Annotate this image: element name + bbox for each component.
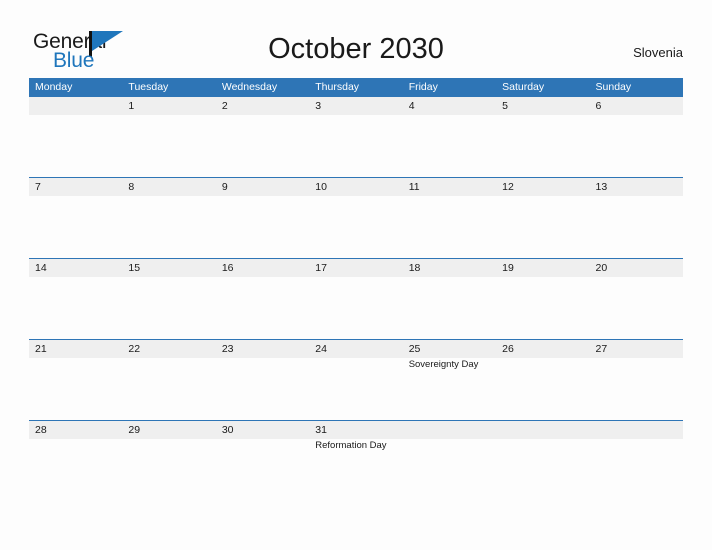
calendar-grid: Monday Tuesday Wednesday Thursday Friday… (29, 78, 683, 501)
week-row: 14 15 16 17 18 19 20 (29, 258, 683, 339)
day-cell[interactable]: 26 (496, 340, 589, 421)
day-number: 21 (35, 343, 47, 355)
day-number: 27 (595, 343, 608, 355)
day-number: 28 (35, 424, 47, 436)
weekday-header-wednesday: Wednesday (221, 81, 278, 93)
day-number: 3 (315, 100, 322, 112)
weekday-header-row: Monday Tuesday Wednesday Thursday Friday… (29, 78, 683, 96)
day-number: 1 (128, 100, 135, 112)
calendar-page: General Blue October 2030 Slovenia Monda… (0, 0, 712, 550)
day-cell[interactable]: 25 Sovereignty Day (403, 340, 496, 421)
day-cell[interactable] (29, 97, 122, 178)
day-number: 20 (595, 262, 608, 274)
day-event-label: Reformation Day (315, 440, 387, 451)
day-number: 24 (315, 343, 327, 355)
day-cell[interactable]: 10 (309, 178, 402, 259)
day-cell[interactable]: 2 (216, 97, 309, 178)
day-number: 11 (408, 181, 420, 193)
week-row: 1 2 3 4 5 6 (29, 96, 683, 177)
day-cell[interactable]: 21 (29, 340, 122, 421)
day-number: 22 (128, 343, 141, 355)
day-number: 31 (315, 424, 327, 436)
day-number: 29 (128, 424, 141, 436)
day-cell[interactable]: 12 (496, 178, 589, 259)
day-cell[interactable]: 1 (122, 97, 215, 178)
day-cell[interactable]: 23 (216, 340, 309, 421)
day-cell[interactable]: 4 (403, 97, 496, 178)
page-header: General Blue October 2030 Slovenia (0, 0, 712, 78)
day-cell[interactable]: 11 (403, 178, 496, 259)
page-title: October 2030 (268, 33, 444, 65)
day-number: 6 (595, 100, 602, 112)
day-number: 10 (315, 181, 327, 193)
day-number: 23 (221, 343, 234, 355)
day-cell[interactable]: 27 (590, 340, 683, 421)
day-number: 30 (221, 424, 234, 436)
day-cell[interactable]: 9 (216, 178, 309, 259)
day-number: 26 (502, 343, 514, 355)
day-number: 12 (502, 181, 514, 193)
weekday-header-tuesday: Tuesday (128, 81, 169, 93)
day-cell[interactable]: 28 (29, 421, 122, 502)
day-number: 8 (128, 181, 135, 193)
day-number: 13 (595, 181, 608, 193)
week-row: 7 8 9 10 11 12 13 (29, 177, 683, 258)
day-cell[interactable]: 19 (496, 259, 589, 340)
day-number: 4 (408, 100, 415, 112)
week-row: 21 22 23 24 25 Sovereignty Day 26 27 (29, 339, 683, 420)
day-number: 14 (35, 262, 47, 274)
day-cell[interactable]: 6 (590, 97, 683, 178)
day-cell[interactable]: 30 (216, 421, 309, 502)
day-cell[interactable]: 16 (216, 259, 309, 340)
day-number: 18 (408, 262, 421, 274)
day-cell[interactable] (403, 421, 496, 502)
day-cell[interactable]: 24 (309, 340, 402, 421)
day-cell[interactable] (496, 421, 589, 502)
day-cell[interactable]: 8 (122, 178, 215, 259)
day-cell[interactable]: 22 (122, 340, 215, 421)
day-number: 15 (128, 262, 141, 274)
week-row: 28 29 30 31 Reformation Day (29, 420, 683, 501)
weekday-header-friday: Friday (408, 81, 438, 93)
day-cell[interactable]: 15 (122, 259, 215, 340)
day-number: 7 (35, 181, 41, 193)
day-number: 19 (502, 262, 514, 274)
day-cell[interactable]: 3 (309, 97, 402, 178)
day-number: 9 (221, 181, 228, 193)
day-cell[interactable]: 13 (590, 178, 683, 259)
day-number: 5 (502, 100, 508, 112)
day-cell[interactable]: 14 (29, 259, 122, 340)
day-number: 16 (221, 262, 234, 274)
day-cell[interactable]: 5 (496, 97, 589, 178)
day-cell[interactable]: 31 Reformation Day (309, 421, 402, 502)
weekday-header-monday: Monday (35, 81, 73, 93)
day-cell[interactable]: 29 (122, 421, 215, 502)
weekday-header-saturday: Saturday (502, 81, 545, 93)
weekday-header-sunday: Sunday (595, 81, 632, 93)
day-number: 25 (408, 343, 421, 355)
day-cell[interactable] (590, 421, 683, 502)
day-number: 17 (315, 262, 327, 274)
country-label: Slovenia (633, 45, 683, 60)
day-cell[interactable]: 7 (29, 178, 122, 259)
day-event-label: Sovereignty Day (408, 359, 479, 370)
day-cell[interactable]: 20 (590, 259, 683, 340)
day-number: 2 (221, 100, 228, 112)
day-cell[interactable]: 18 (403, 259, 496, 340)
day-cell[interactable]: 17 (309, 259, 402, 340)
weekday-header-thursday: Thursday (315, 81, 360, 93)
